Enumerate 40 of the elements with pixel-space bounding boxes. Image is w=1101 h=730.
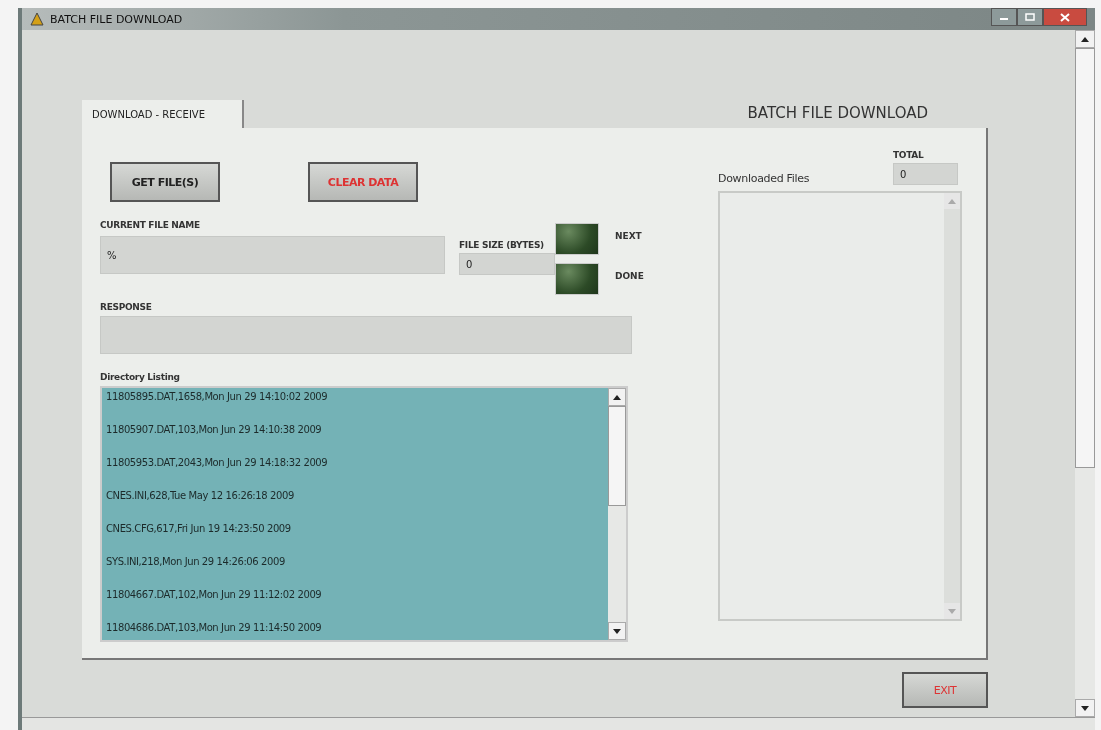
scroll-thumb[interactable] (608, 406, 626, 506)
app-icon (30, 12, 44, 26)
scrollbar[interactable] (1075, 30, 1095, 717)
scroll-down-icon[interactable] (1081, 705, 1089, 711)
list-item[interactable]: 11805907.DAT,103,Mon Jun 29 14:10:38 2009 (102, 423, 608, 456)
scrollbar[interactable] (608, 388, 626, 640)
tab[interactable]: DOWNLOAD - RECEIVE (82, 100, 244, 128)
list-item[interactable]: 11804667.DAT,102,Mon Jun 29 11:12:02 2009 (102, 588, 608, 621)
led-indicator[interactable] (555, 223, 599, 255)
scroll-down-icon[interactable] (613, 628, 621, 634)
list-label: Directory Listing (100, 372, 181, 382)
list-item[interactable]: 11805895.DAT,1658,Mon Jun 29 14:10:02 2009 (102, 390, 608, 423)
list-item[interactable]: SYS.INI,218,Mon Jun 29 14:26:06 2009 (102, 555, 608, 588)
close-button[interactable] (1043, 8, 1087, 26)
scroll-thumb[interactable] (1075, 48, 1095, 468)
indicator-label: DONE (615, 270, 644, 281)
list-item[interactable]: 11805953.DAT,2043,Mon Jun 29 14:18:32 2009 (102, 456, 608, 489)
list-item[interactable]: CNES.INI,628,Tue May 12 16:26:18 2009 (102, 489, 608, 522)
maximize-button[interactable] (1017, 8, 1043, 26)
scroll-up-icon[interactable] (1081, 36, 1089, 42)
indicator-label: NEXT (615, 230, 642, 241)
maximize-icon (1025, 13, 1035, 21)
close-icon (1060, 12, 1070, 22)
scrollbar[interactable] (22, 717, 1095, 730)
list-item[interactable]: 11804686.DAT,103,Mon Jun 29 11:14:50 2009 (102, 621, 608, 654)
file-size-field: 0 (459, 253, 555, 275)
list-item[interactable]: CNES.CFG,617,Fri Jun 19 14:23:50 2009 (102, 522, 608, 555)
file-name-field: % (100, 236, 445, 274)
get-files-button[interactable]: GET FILE(S) (110, 162, 220, 202)
led-indicator[interactable] (555, 263, 599, 295)
total-field: 0 (893, 163, 958, 185)
field-label: TOTAL (893, 150, 925, 160)
scroll-up-icon[interactable] (613, 394, 621, 400)
list-label: Downloaded Files (718, 172, 810, 185)
window-title: BATCH FILE DOWNLOAD (50, 12, 183, 26)
field-label: RESPONSE (100, 302, 153, 312)
field-label: FILE SIZE (BYTES) (459, 240, 545, 250)
field-label: CURRENT FILE NAME (100, 220, 201, 230)
panel-heading: BATCH FILE DOWNLOAD (747, 104, 928, 124)
minimize-button[interactable] (991, 8, 1017, 26)
